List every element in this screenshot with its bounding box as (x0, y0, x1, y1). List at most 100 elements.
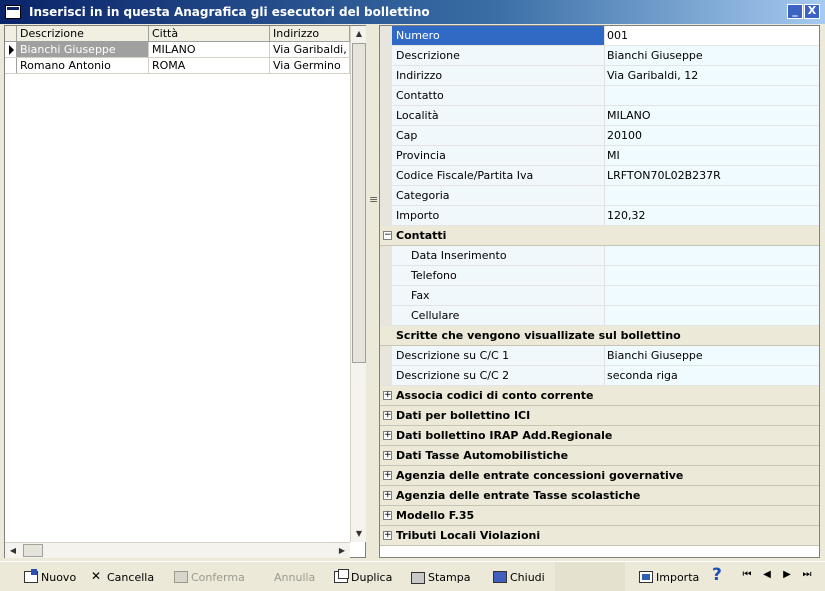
expand-icon[interactable]: + (383, 391, 392, 400)
property-value[interactable]: 120,32 (605, 206, 819, 225)
importa-button[interactable]: Importa (639, 567, 699, 587)
scroll-right-icon[interactable]: ▶ (334, 543, 350, 559)
property-name[interactable]: Cap (392, 126, 605, 145)
splitter-grip-icon[interactable]: ≡ (369, 193, 378, 206)
property-name[interactable]: Codice Fiscale/Partita Iva (392, 166, 605, 185)
property-name[interactable]: Descrizione su C/C 2 (392, 366, 605, 385)
minimize-button[interactable]: _ (787, 4, 803, 19)
last-record-icon[interactable]: ⏭ (800, 569, 814, 580)
property-row-localita[interactable]: Località MILANO (380, 106, 819, 126)
cell-indirizzo[interactable]: Via Garibaldi, 12 (270, 42, 350, 57)
property-value[interactable]: Bianchi Giuseppe (605, 46, 819, 65)
property-value[interactable] (605, 186, 819, 205)
expand-icon[interactable]: + (383, 471, 392, 480)
category-tasse-scolastiche[interactable]: + Agenzia delle entrate Tasse scolastich… (380, 486, 819, 506)
scroll-up-icon[interactable]: ▲ (351, 26, 367, 42)
property-row-data-inserimento[interactable]: Data Inserimento (380, 246, 819, 266)
expand-icon[interactable]: + (383, 451, 392, 460)
cell-citta[interactable]: ROMA (149, 58, 270, 73)
category-irap[interactable]: + Dati bollettino IRAP Add.Regionale (380, 426, 819, 446)
property-row-importo[interactable]: Importo 120,32 (380, 206, 819, 226)
property-value[interactable]: seconda riga (605, 366, 819, 385)
category-tasse-auto[interactable]: + Dati Tasse Automobilistiche (380, 446, 819, 466)
category-concessioni[interactable]: + Agenzia delle entrate concessioni gove… (380, 466, 819, 486)
property-name[interactable]: Contatto (392, 86, 605, 105)
property-name[interactable]: Località (392, 106, 605, 125)
category-associa-codici[interactable]: + Associa codici di conto corrente (380, 386, 819, 406)
scroll-down-icon[interactable]: ▼ (351, 526, 367, 542)
conferma-button[interactable]: Conferma (174, 567, 245, 587)
property-name[interactable]: Fax (392, 286, 605, 305)
app-icon[interactable] (5, 5, 21, 19)
close-button[interactable]: X (804, 4, 820, 19)
property-name[interactable]: Importo (392, 206, 605, 225)
property-row-indirizzo[interactable]: Indirizzo Via Garibaldi, 12 (380, 66, 819, 86)
previous-record-icon[interactable]: ◀ (760, 569, 774, 580)
category-modello-f35[interactable]: + Modello F.35 (380, 506, 819, 526)
property-name[interactable]: Descrizione su C/C 1 (392, 346, 605, 365)
property-name[interactable]: Numero (392, 26, 605, 45)
property-row-descrizione[interactable]: Descrizione Bianchi Giuseppe (380, 46, 819, 66)
duplica-button[interactable]: Duplica (334, 567, 392, 587)
property-row-categoria[interactable]: Categoria (380, 186, 819, 206)
property-row-numero[interactable]: Numero 001 (380, 26, 819, 46)
property-name[interactable]: Indirizzo (392, 66, 605, 85)
property-value[interactable] (605, 86, 819, 105)
expand-icon[interactable]: + (383, 511, 392, 520)
annulla-button[interactable]: Annulla (274, 567, 315, 587)
cell-citta[interactable]: MILANO (149, 42, 270, 57)
property-value[interactable]: LRFTON70L02B237R (605, 166, 819, 185)
category-contatti[interactable]: − Contatti (380, 226, 819, 246)
expand-icon[interactable]: + (383, 491, 392, 500)
property-row-fax[interactable]: Fax (380, 286, 819, 306)
vertical-scroll-thumb[interactable] (352, 43, 366, 363)
cell-indirizzo[interactable]: Via Germino (270, 58, 350, 73)
property-value[interactable]: 20100 (605, 126, 819, 145)
property-value[interactable]: MI (605, 146, 819, 165)
property-value[interactable] (605, 246, 819, 265)
property-row-codice-fiscale[interactable]: Codice Fiscale/Partita Iva LRFTON70L02B2… (380, 166, 819, 186)
vertical-scrollbar[interactable]: ▲ ▼ (350, 26, 366, 542)
property-name[interactable]: Provincia (392, 146, 605, 165)
table-row[interactable]: Bianchi Giuseppe MILANO Via Garibaldi, 1… (5, 42, 350, 58)
nuovo-button[interactable]: Nuovo (24, 567, 76, 587)
property-name[interactable]: Descrizione (392, 46, 605, 65)
scroll-left-icon[interactable]: ◀ (5, 543, 21, 559)
property-name[interactable]: Categoria (392, 186, 605, 205)
property-row-descrizione-cc1[interactable]: Descrizione su C/C 1 Bianchi Giuseppe (380, 346, 819, 366)
horizontal-scrollbar[interactable]: ◀ ▶ (5, 542, 350, 558)
property-value[interactable] (605, 266, 819, 285)
horizontal-scroll-thumb[interactable] (23, 544, 43, 557)
cell-descrizione[interactable]: Bianchi Giuseppe (17, 42, 149, 57)
first-record-icon[interactable]: ⏮ (740, 569, 754, 580)
column-header-descrizione[interactable]: Descrizione (17, 26, 149, 41)
property-row-contatto[interactable]: Contatto (380, 86, 819, 106)
property-name[interactable]: Cellulare (392, 306, 605, 325)
property-name[interactable]: Data Inserimento (392, 246, 605, 265)
column-header-indirizzo[interactable]: Indirizzo (270, 26, 350, 41)
help-icon[interactable]: ? (712, 565, 722, 585)
cancella-button[interactable]: Cancella (90, 567, 154, 587)
property-row-provincia[interactable]: Provincia MI (380, 146, 819, 166)
property-row-cellulare[interactable]: Cellulare (380, 306, 819, 326)
chiudi-button[interactable]: Chiudi (493, 567, 545, 587)
property-row-cap[interactable]: Cap 20100 (380, 126, 819, 146)
property-value[interactable] (605, 306, 819, 325)
property-value[interactable]: Bianchi Giuseppe (605, 346, 819, 365)
property-value[interactable]: 001 (605, 26, 819, 45)
collapse-icon[interactable]: − (383, 231, 392, 240)
property-row-telefono[interactable]: Telefono (380, 266, 819, 286)
property-name[interactable]: Telefono (392, 266, 605, 285)
property-row-descrizione-cc2[interactable]: Descrizione su C/C 2 seconda riga (380, 366, 819, 386)
category-tributi-locali[interactable]: + Tributi Locali Violazioni (380, 526, 819, 546)
property-value[interactable]: MILANO (605, 106, 819, 125)
expand-icon[interactable]: + (383, 531, 392, 540)
category-bollettino-ici[interactable]: + Dati per bollettino ICI (380, 406, 819, 426)
category-scritte[interactable]: Scritte che vengono visuallizate sul bol… (380, 326, 819, 346)
next-record-icon[interactable]: ▶ (780, 569, 794, 580)
expand-icon[interactable]: + (383, 411, 392, 420)
property-value[interactable] (605, 286, 819, 305)
table-row[interactable]: Romano Antonio ROMA Via Germino (5, 58, 350, 74)
stampa-button[interactable]: Stampa (411, 567, 470, 587)
panel-splitter[interactable]: ≡ (368, 25, 378, 558)
